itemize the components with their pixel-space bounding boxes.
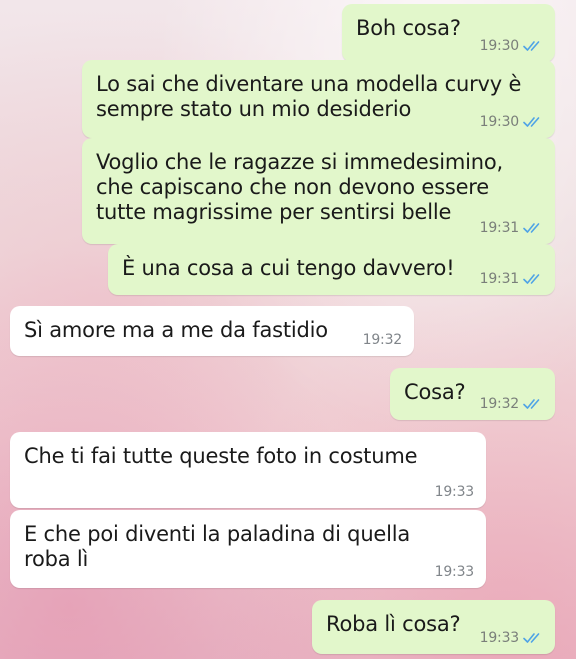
message-time: 19:33 [434,564,475,580]
message-bubble-outgoing[interactable]: Cosa? 19:32 [390,368,555,420]
message-meta: 19:33 [434,564,475,580]
message-text: Sì amore ma a me da fastidio [24,318,328,342]
message-time: 19:32 [362,332,403,348]
message-meta: 19:30 [480,114,543,130]
message-text: Lo sai che diventare una modella curvy è… [96,72,522,121]
message-time: 19:33 [479,630,520,646]
message-text: Voglio che le ragazze si immedesimino, c… [96,150,503,224]
chat-conversation: Boh cosa? 19:30 Lo sai che diventare una… [0,0,576,659]
message-meta: 19:32 [480,396,543,412]
message-bubble-incoming[interactable]: E che poi diventi la paladina di quella … [10,510,486,588]
message-bubble-outgoing[interactable]: Voglio che le ragazze si immedesimino, c… [82,138,555,244]
message-bubble-incoming[interactable]: Che ti fai tutte queste foto in costume … [10,432,486,508]
message-text: E che poi diventi la paladina di quella … [24,522,411,571]
message-time: 19:31 [479,271,520,287]
message-text: Roba lì cosa? [326,612,461,636]
message-time: 19:30 [479,38,520,54]
message-bubble-outgoing[interactable]: È una cosa a cui tengo davvero! 19:31 [108,244,555,295]
message-time: 19:33 [434,484,475,500]
double-check-read-icon [523,633,540,643]
message-meta: 19:31 [480,220,543,236]
message-time: 19:31 [479,220,520,236]
double-check-read-icon [523,274,540,284]
message-meta: 19:30 [480,38,543,54]
message-meta: 19:33 [434,484,475,500]
message-meta: 19:31 [480,271,543,287]
message-bubble-outgoing[interactable]: Boh cosa? 19:30 [342,4,555,62]
message-text: È una cosa a cui tengo davvero! [122,256,455,280]
message-text: Cosa? [404,380,466,404]
message-time: 19:30 [479,114,520,130]
message-meta: 19:32 [362,332,403,348]
message-meta: 19:33 [480,630,543,646]
message-text: Che ti fai tutte queste foto in costume [24,444,418,468]
message-bubble-outgoing[interactable]: Roba lì cosa? 19:33 [312,600,555,654]
double-check-read-icon [523,399,540,409]
message-text: Boh cosa? [356,16,461,40]
message-bubble-incoming[interactable]: Sì amore ma a me da fastidio 19:32 [10,306,414,356]
double-check-read-icon [523,117,540,127]
double-check-read-icon [523,41,540,51]
message-bubble-outgoing[interactable]: Lo sai che diventare una modella curvy è… [82,60,555,138]
message-time: 19:32 [479,396,520,412]
double-check-read-icon [523,223,540,233]
